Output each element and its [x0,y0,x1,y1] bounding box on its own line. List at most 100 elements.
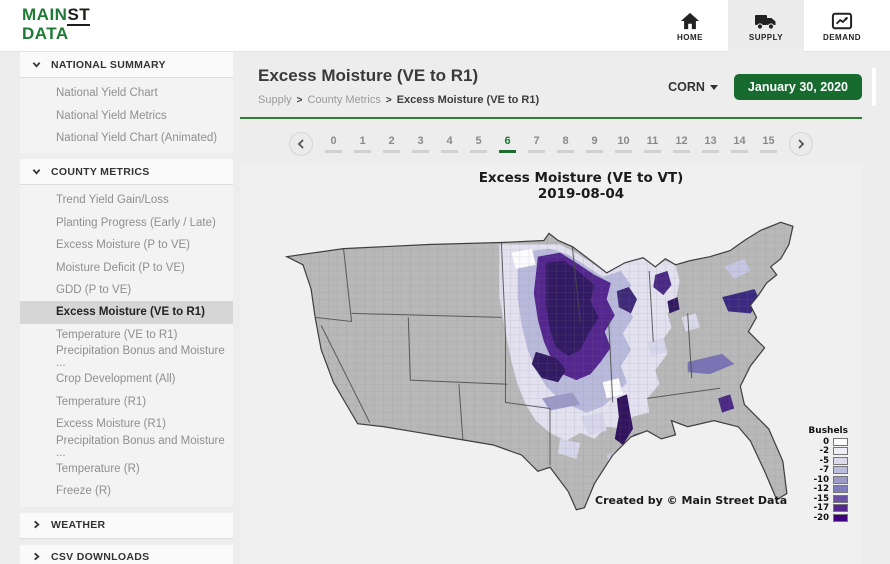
legend-value-label: -12 [814,484,829,494]
chevron-down-icon [32,56,41,74]
top-header: MAINST DATA HOME SUPPLY [0,0,890,52]
pagination-page-0[interactable]: 0 [325,135,342,153]
legend-row: -20 [808,513,848,523]
legend-color-swatch [833,466,848,474]
breadcrumb: Supply>County Metrics>Excess Moisture (V… [258,94,539,106]
sidebar-item[interactable]: Freeze (R) [20,480,233,502]
sidebar-item[interactable]: Precipitation Bonus and Moisture ... [20,435,233,457]
sidebar-item[interactable]: Temperature (R) [20,458,233,480]
legend-title: Bushels [808,426,848,436]
map-attribution: Created by © Main Street Data [595,494,787,507]
sidebar-item[interactable]: National Yield Metrics [20,104,233,126]
pagination-page-9[interactable]: 9 [586,135,603,153]
top-nav: HOME SUPPLY DEMAND [652,0,880,52]
legend-row: -17 [808,504,848,514]
pagination-page-2[interactable]: 2 [383,135,400,153]
sidebar-item[interactable]: Trend Yield Gain/Loss [20,189,233,211]
breadcrumb-item[interactable]: County Metrics [307,94,380,106]
header-controls: CORN January 30, 2020 [668,74,862,100]
sidebar-item[interactable]: Temperature (R1) [20,391,233,413]
legend-value-label: -5 [820,456,829,466]
sidebar-section-csv-downloads: CSV DOWNLOADS [20,545,233,564]
pagination-page-1[interactable]: 1 [354,135,371,153]
pagination-page-3[interactable]: 3 [412,135,429,153]
pagination-page-13[interactable]: 13 [702,135,719,153]
sidebar-section-header-national-summary[interactable]: NATIONAL SUMMARY [20,52,233,78]
date-picker-button[interactable]: January 30, 2020 [734,74,862,100]
page-head: Excess Moisture (VE to R1) Supply > County… [240,52,870,118]
logo-line1-main: MAIN [22,5,67,24]
legend-color-swatch [833,447,848,455]
sidebar-item[interactable]: GDD (P to VE) [20,279,233,301]
truck-icon [754,11,778,31]
sidebar-item[interactable]: Excess Moisture (P to VE) [20,234,233,256]
pagination-page-6[interactable]: 6 [499,135,516,153]
map-title-text: Excess Moisture (VE to VT) [270,170,890,186]
sidebar-section-header-csv-downloads[interactable]: CSV DOWNLOADS [20,545,233,564]
breadcrumb-separator: > [297,95,303,106]
sidebar-section-header-county-metrics[interactable]: COUNTY METRICS [20,159,233,185]
legend-value-label: 0 [823,437,829,447]
sidebar-item[interactable]: Excess Moisture (VE to R1) [20,301,233,323]
sidebar-item[interactable]: Moisture Deficit (P to VE) [20,256,233,278]
legend-value-label: -7 [820,465,829,475]
legend-row: -2 [808,447,848,457]
breadcrumb-separator: > [386,95,392,106]
brand-logo[interactable]: MAINST DATA [22,5,90,43]
pagination-page-14[interactable]: 14 [731,135,748,153]
sidebar-section-national-summary: NATIONAL SUMMARYNational Yield ChartNati… [20,52,233,153]
sidebar-item[interactable]: Planting Progress (Early / Late) [20,212,233,234]
nav-demand-label: DEMAND [823,33,861,42]
legend-value-label: -15 [814,494,829,504]
week-pagination: 0123456789101112131415 [240,124,862,164]
pagination-page-10[interactable]: 10 [615,135,632,153]
nav-supply[interactable]: SUPPLY [728,0,804,52]
legend-color-swatch [833,514,848,522]
sidebar-section-label: NATIONAL SUMMARY [51,59,166,71]
legend-color-swatch [833,438,848,446]
pagination-page-4[interactable]: 4 [441,135,458,153]
pagination-page-12[interactable]: 12 [673,135,690,153]
sidebar-section-label: WEATHER [51,519,105,531]
pagination-page-5[interactable]: 5 [470,135,487,153]
sidebar-item[interactable]: Excess Moisture (R1) [20,413,233,435]
legend-row: -7 [808,466,848,476]
pagination-page-15[interactable]: 15 [760,135,777,153]
chevron-right-icon [32,548,41,564]
legend-row: -5 [808,456,848,466]
map-title: Excess Moisture (VE to VT) 2019-08-04 [270,170,890,202]
sidebar-section-header-weather[interactable]: WEATHER [20,513,233,539]
page-title: Excess Moisture (VE to R1) [258,66,478,86]
pagination-next-button[interactable] [789,132,813,156]
main-content: Excess Moisture (VE to R1) Supply > County… [240,52,870,564]
nav-home-label: HOME [677,33,703,42]
logo-line1-st: ST [67,5,90,26]
sidebar-item-list: Trend Yield Gain/LossPlanting Progress (… [20,185,233,506]
nav-home[interactable]: HOME [652,0,728,52]
legend-color-swatch [833,504,848,512]
commodity-dropdown[interactable]: CORN [668,80,718,94]
sidebar-item[interactable]: National Yield Chart [20,82,233,104]
green-divider-line [240,117,862,119]
sidebar-item[interactable]: Crop Development (All) [20,368,233,390]
pagination-page-7[interactable]: 7 [528,135,545,153]
chevron-down-icon [710,85,718,90]
sidebar-item[interactable]: Temperature (VE to R1) [20,324,233,346]
legend-row: 0 [808,437,848,447]
pagination-page-11[interactable]: 11 [644,135,661,153]
pagination-page-8[interactable]: 8 [557,135,574,153]
logo-line2: DATA [22,24,69,43]
legend-value-label: -17 [814,503,829,513]
legend-color-swatch [833,495,848,503]
sidebar-item[interactable]: Precipitation Bonus and Moisture ... [20,346,233,368]
map-legend: Bushels 0-2-5-7-10-12-15-17-20 [808,426,848,523]
legend-row: -12 [808,485,848,495]
sidebar-item-list: National Yield ChartNational Yield Metri… [20,78,233,153]
nav-demand[interactable]: DEMAND [804,0,880,52]
sidebar-section-weather: WEATHER [20,513,233,539]
breadcrumb-item[interactable]: Supply [258,94,292,106]
pagination-prev-button[interactable] [289,132,313,156]
us-county-map[interactable] [246,200,854,530]
home-icon [679,11,701,31]
sidebar-item[interactable]: National Yield Chart (Animated) [20,127,233,149]
